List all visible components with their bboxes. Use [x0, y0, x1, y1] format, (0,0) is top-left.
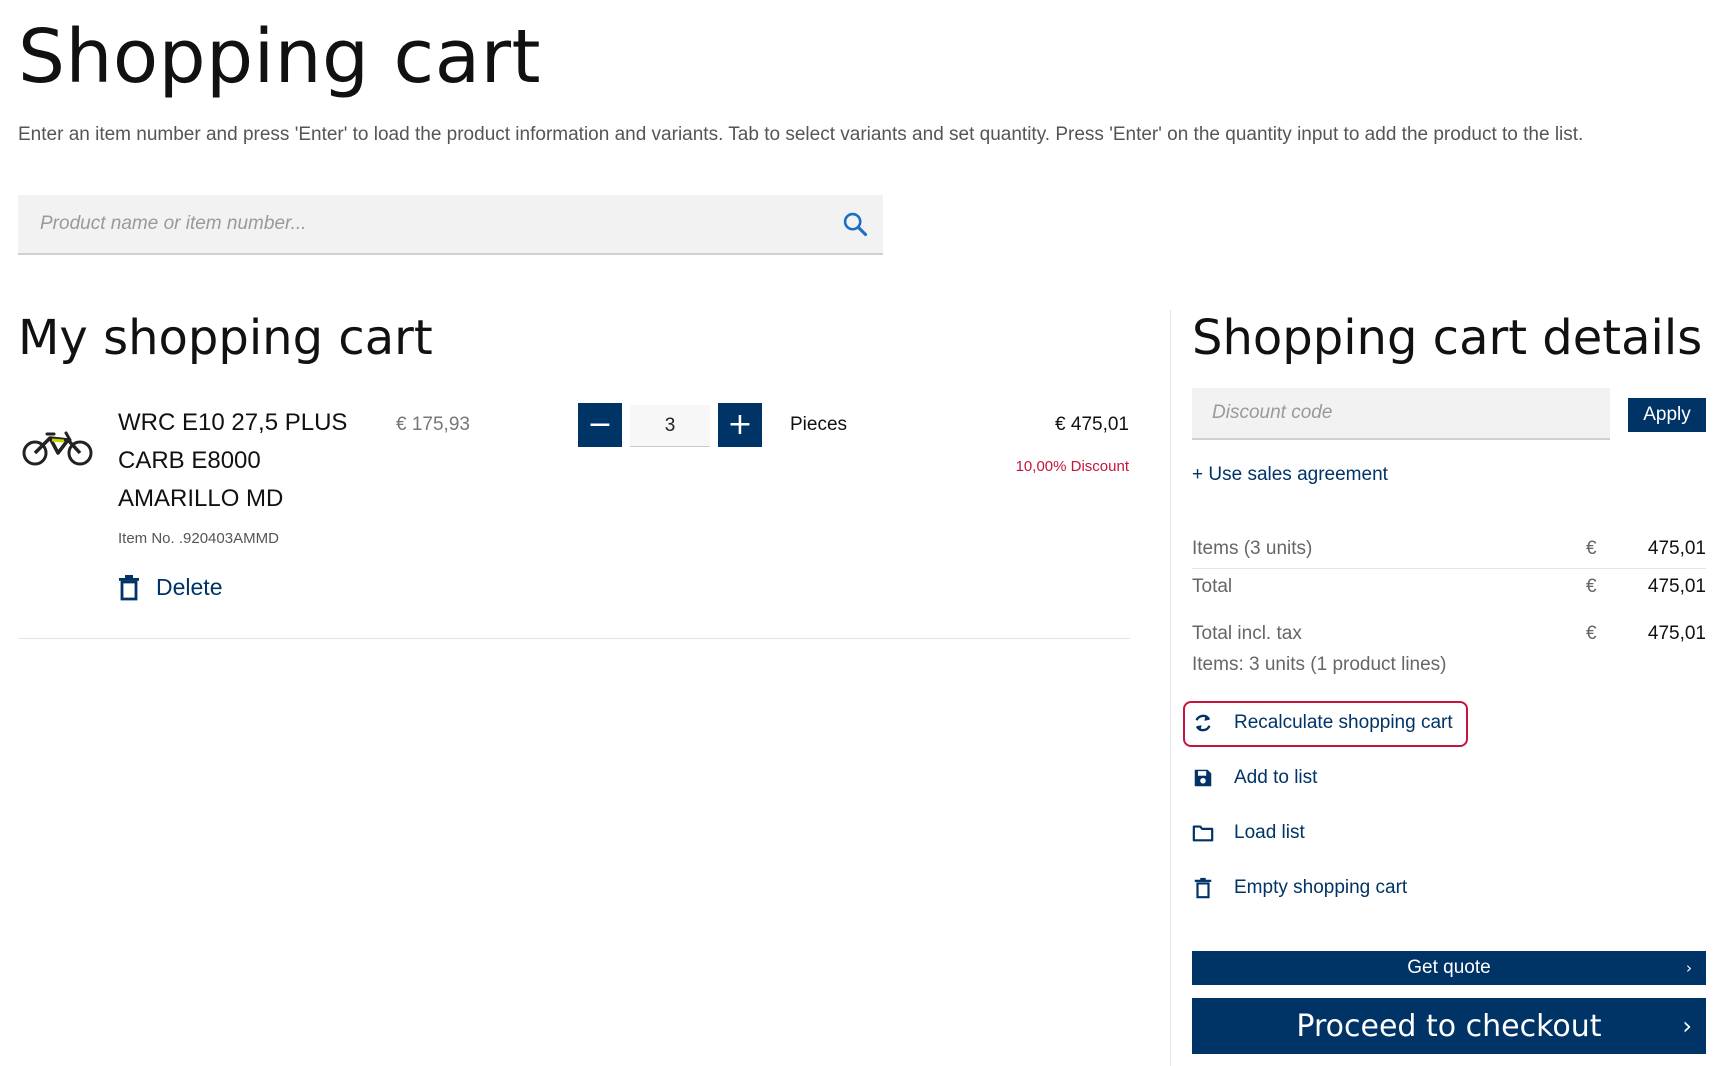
- checkout-label: Proceed to checkout: [1296, 1008, 1602, 1044]
- sales-agreement-link[interactable]: + Use sales agreement: [1192, 464, 1388, 486]
- cart-title: My shopping cart: [18, 310, 433, 366]
- summary-label: Total incl. tax: [1192, 623, 1302, 644]
- summary-row-total-incl-tax: Total incl. tax € 475,01: [1192, 623, 1706, 653]
- get-quote-button[interactable]: Get quote ›: [1192, 951, 1706, 985]
- summary-currency: €: [1586, 576, 1597, 597]
- search-icon[interactable]: [841, 210, 869, 238]
- summary-value: 475,01: [1647, 623, 1706, 644]
- item-number: Item No. .920403AMMD: [118, 530, 279, 547]
- summary-label: Total: [1192, 576, 1233, 597]
- column-divider: [1170, 310, 1171, 1066]
- empty-cart-button[interactable]: Empty shopping cart: [1192, 877, 1407, 899]
- search-input[interactable]: [18, 195, 818, 253]
- summary-label: Items (3 units): [1192, 538, 1313, 559]
- quantity-decrease-button[interactable]: −: [578, 403, 622, 447]
- action-label: Recalculate shopping cart: [1234, 712, 1453, 733]
- units-summary: Items: 3 units (1 product lines): [1192, 654, 1447, 675]
- product-image[interactable]: [20, 420, 96, 468]
- summary-currency: €: [1586, 538, 1597, 559]
- folder-icon: [1192, 825, 1214, 842]
- delete-button[interactable]: Delete: [118, 574, 222, 601]
- instructions-text: Enter an item number and press 'Enter' t…: [18, 124, 1584, 145]
- summary-divider: [1192, 568, 1706, 569]
- save-icon: [1194, 769, 1212, 787]
- line-discount: 10,00% Discount: [1015, 458, 1129, 475]
- page-title: Shopping cart: [18, 14, 542, 100]
- quantity-input[interactable]: [630, 405, 710, 447]
- chevron-right-icon: ›: [1686, 959, 1692, 977]
- summary-currency: €: [1586, 623, 1597, 644]
- action-label: Empty shopping cart: [1234, 877, 1408, 898]
- add-to-list-button[interactable]: Add to list: [1192, 767, 1317, 789]
- quantity-increase-button[interactable]: +: [718, 403, 762, 447]
- chevron-right-icon: ›: [1682, 1012, 1692, 1040]
- discount-code-input[interactable]: [1192, 388, 1610, 440]
- action-label: Load list: [1234, 822, 1305, 843]
- trash-icon: [119, 574, 139, 600]
- summary-value: 475,01: [1647, 576, 1706, 597]
- unit-label: Pieces: [790, 414, 848, 435]
- unit-price: € 175,93: [396, 414, 470, 435]
- summary-value: 475,01: [1647, 538, 1706, 559]
- load-list-button[interactable]: Load list: [1192, 822, 1305, 844]
- refresh-icon: [1195, 714, 1211, 732]
- line-total: € 475,01: [1055, 414, 1129, 435]
- product-search: [18, 195, 883, 255]
- summary-row-items: Items (3 units) € 475,01: [1192, 538, 1706, 568]
- product-name[interactable]: WRC E10 27,5 PLUS CARB E8000 AMARILLO MD: [118, 404, 368, 518]
- apply-button[interactable]: Apply: [1628, 398, 1706, 432]
- details-title: Shopping cart details: [1192, 310, 1703, 366]
- get-quote-label: Get quote: [1407, 957, 1491, 978]
- recalculate-button[interactable]: Recalculate shopping cart: [1192, 712, 1453, 734]
- line-divider: [18, 638, 1130, 639]
- checkout-button[interactable]: Proceed to checkout ›: [1192, 998, 1706, 1054]
- trash-icon: [1194, 877, 1212, 899]
- delete-label: Delete: [156, 574, 223, 600]
- summary-row-total: Total € 475,01: [1192, 576, 1706, 606]
- action-label: Add to list: [1234, 767, 1318, 788]
